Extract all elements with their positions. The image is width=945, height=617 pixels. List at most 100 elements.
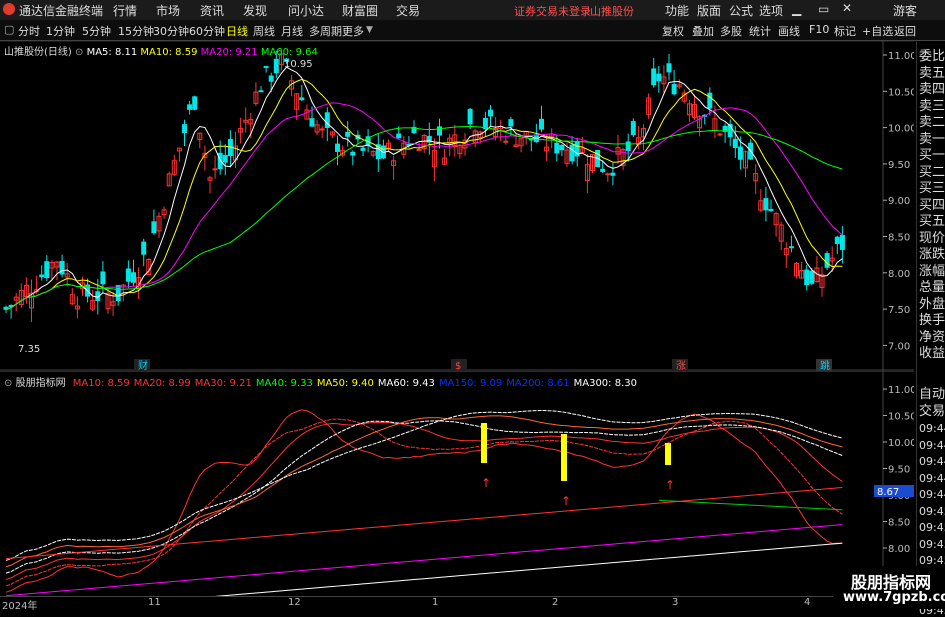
- candlestick[interactable]: [340, 145, 346, 158]
- candlestick[interactable]: [656, 65, 662, 93]
- candlestick[interactable]: [743, 150, 748, 178]
- period-tab-30min[interactable]: 30分钟: [153, 23, 189, 39]
- candlestick[interactable]: [584, 153, 590, 194]
- quote-label[interactable]: 卖二: [919, 116, 945, 129]
- quote-label[interactable]: 卖三: [919, 100, 945, 113]
- candlestick[interactable]: [692, 94, 697, 120]
- menu-quotes[interactable]: 行情: [113, 2, 137, 19]
- tool-f10[interactable]: F10: [809, 23, 829, 36]
- candlestick[interactable]: [753, 163, 759, 195]
- candlestick[interactable]: [44, 255, 50, 281]
- close-icon[interactable]: ✕: [842, 1, 852, 15]
- candlestick[interactable]: [431, 138, 437, 182]
- candlestick[interactable]: [49, 260, 55, 280]
- candlestick[interactable]: [54, 260, 60, 281]
- period-tab-more[interactable]: 更多: [342, 23, 364, 39]
- toolbar-toggle-icon[interactable]: ▢: [4, 23, 14, 36]
- candlestick[interactable]: [222, 144, 228, 176]
- tool-back[interactable]: 返回: [894, 23, 916, 39]
- candlestick[interactable]: [386, 139, 391, 152]
- candlestick[interactable]: [804, 264, 810, 291]
- event-marker[interactable]: 财: [138, 359, 148, 371]
- candlestick[interactable]: [166, 171, 172, 187]
- menu-market[interactable]: 市场: [156, 2, 180, 19]
- quote-label[interactable]: 买一: [919, 149, 945, 162]
- candlestick[interactable]: [176, 147, 182, 162]
- event-marker[interactable]: 涨: [676, 360, 686, 371]
- candlestick[interactable]: [421, 134, 427, 153]
- menu-options[interactable]: 选项: [759, 2, 783, 19]
- tool-mark[interactable]: 标记: [834, 23, 856, 39]
- tool-draw[interactable]: 画线: [778, 23, 800, 39]
- candlestick[interactable]: [13, 293, 19, 312]
- candlestick[interactable]: [452, 124, 458, 157]
- candlestick[interactable]: [610, 162, 616, 186]
- sub-legend-icon[interactable]: ⊙: [4, 378, 12, 389]
- quote-label[interactable]: 现价: [919, 232, 945, 245]
- candlestick[interactable]: [161, 206, 167, 219]
- quote-label[interactable]: 自动: [919, 388, 945, 401]
- period-tab-15min[interactable]: 15分钟: [118, 23, 154, 39]
- candlestick[interactable]: [151, 209, 157, 235]
- candlestick[interactable]: [207, 175, 213, 194]
- candlestick[interactable]: [299, 84, 305, 102]
- candlestick[interactable]: [727, 119, 733, 147]
- candlestick[interactable]: [156, 212, 162, 239]
- candlestick[interactable]: [717, 133, 723, 137]
- candlestick[interactable]: [182, 119, 187, 146]
- candlestick[interactable]: [125, 260, 131, 288]
- quote-label[interactable]: 委比: [919, 50, 945, 63]
- candlestick[interactable]: [350, 150, 356, 166]
- quote-label[interactable]: 涨幅: [919, 265, 945, 278]
- stock-title[interactable]: 山推股份(日线): [4, 47, 72, 58]
- period-tab-daily[interactable]: 日线: [226, 23, 248, 39]
- quote-label[interactable]: 交易: [919, 405, 945, 418]
- candlestick[interactable]: [319, 125, 325, 139]
- candlestick[interactable]: [758, 189, 764, 213]
- period-tab-5min[interactable]: 5分钟: [82, 23, 111, 39]
- menu-ask[interactable]: 问小达: [288, 2, 324, 19]
- quote-label[interactable]: 涨跌: [919, 248, 945, 261]
- candlestick[interactable]: [238, 117, 244, 144]
- tool-overlay[interactable]: 叠加: [692, 23, 714, 39]
- candlestick[interactable]: [243, 107, 249, 133]
- period-tab-60min[interactable]: 60分钟: [189, 23, 225, 39]
- candlestick[interactable]: [360, 146, 366, 157]
- menu-trade[interactable]: 交易: [396, 2, 420, 19]
- candlestick[interactable]: [202, 145, 208, 171]
- candlestick[interactable]: [819, 266, 825, 297]
- menu-layout[interactable]: 版面: [697, 2, 721, 19]
- candlestick[interactable]: [90, 289, 96, 312]
- candlestick[interactable]: [345, 120, 351, 147]
- quote-label[interactable]: 收益: [919, 347, 945, 360]
- candlestick[interactable]: [391, 155, 397, 180]
- menu-function[interactable]: 功能: [665, 2, 689, 19]
- candlestick[interactable]: [141, 238, 147, 267]
- candlestick[interactable]: [18, 283, 24, 308]
- candlestick[interactable]: [227, 130, 233, 168]
- candlestick[interactable]: [539, 105, 544, 133]
- candlestick[interactable]: [651, 57, 657, 88]
- candlestick[interactable]: [253, 82, 259, 106]
- candlestick[interactable]: [666, 53, 672, 81]
- candlestick[interactable]: [620, 147, 626, 171]
- login-notice[interactable]: 证券交易未登录: [514, 3, 591, 19]
- quote-label[interactable]: 换手: [919, 314, 945, 327]
- legend-dropdown-icon[interactable]: ⊙: [75, 47, 83, 58]
- indicator-name[interactable]: 股朋指标网: [16, 378, 66, 389]
- candlestick-chart[interactable]: 11.0010.5010.009.509.008.508.007.507.00 …: [0, 41, 914, 371]
- candlestick[interactable]: [171, 154, 177, 176]
- period-tab-monthly[interactable]: 月线: [281, 23, 303, 39]
- candlestick[interactable]: [824, 251, 830, 271]
- event-marker[interactable]: 跳: [820, 359, 830, 371]
- candlestick[interactable]: [74, 296, 80, 319]
- tool-add-watchlist[interactable]: +自选: [862, 23, 893, 39]
- candlestick[interactable]: [615, 134, 621, 164]
- candlestick[interactable]: [187, 100, 193, 115]
- quote-label[interactable]: 卖一: [919, 133, 945, 146]
- tool-multi-stock[interactable]: 多股: [720, 23, 742, 39]
- candlestick[interactable]: [375, 133, 381, 172]
- menu-formula[interactable]: 公式: [729, 2, 753, 19]
- period-tab-timeshare[interactable]: 分时: [18, 23, 40, 39]
- quote-label[interactable]: 净资: [919, 331, 945, 344]
